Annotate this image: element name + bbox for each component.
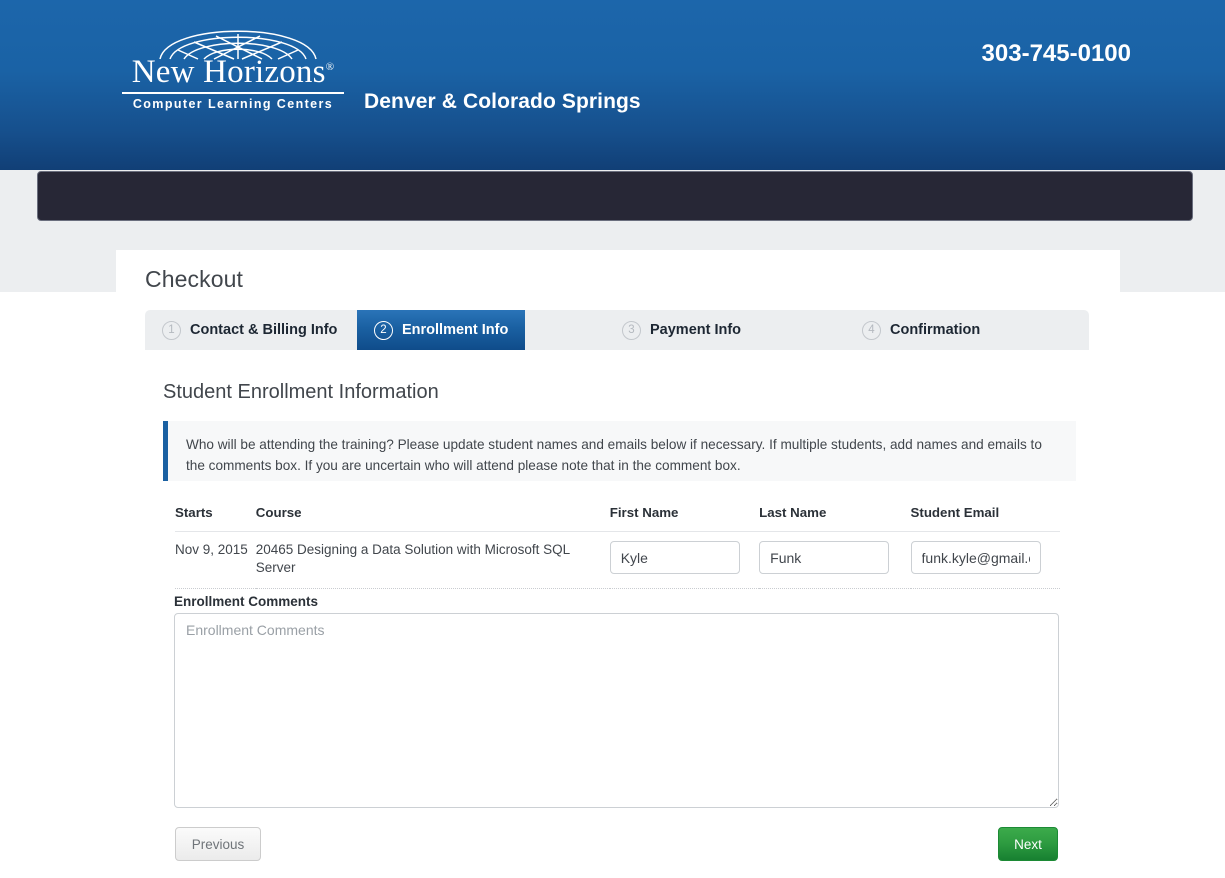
- tab-step-number: 2: [374, 321, 393, 340]
- column-header-course: Course: [256, 505, 610, 532]
- cell-course-name: 20465 Designing a Data Solution with Mic…: [256, 532, 610, 589]
- tab-confirmation[interactable]: 4 Confirmation: [845, 310, 997, 350]
- logo-name: New Horizons: [132, 54, 326, 90]
- tab-label: Enrollment Info: [402, 322, 508, 338]
- tab-label: Confirmation: [890, 322, 980, 338]
- header-tagline: Denver & Colorado Springs: [364, 90, 641, 114]
- logo-wordmark: New Horizons®: [118, 56, 348, 89]
- logo-divider: [122, 92, 344, 94]
- header-phone-number[interactable]: 303-745-0100: [982, 40, 1131, 68]
- cell-student-email: [911, 532, 1060, 589]
- table-row: Nov 9, 2015 20465 Designing a Data Solut…: [175, 532, 1060, 589]
- previous-button[interactable]: Previous: [175, 827, 261, 861]
- section-title: Student Enrollment Information: [163, 381, 439, 404]
- enrollment-table: Starts Course First Name Last Name Stude…: [175, 505, 1060, 589]
- main-navbar[interactable]: [37, 171, 1193, 221]
- tab-enrollment-info[interactable]: 2 Enrollment Info: [357, 310, 525, 350]
- tab-step-number: 3: [622, 321, 641, 340]
- first-name-input[interactable]: [610, 541, 740, 574]
- enrollment-comments-label: Enrollment Comments: [174, 594, 318, 609]
- column-header-first-name: First Name: [610, 505, 759, 532]
- checkout-step-tabs: 1 Contact & Billing Info 2 Enrollment In…: [145, 310, 1089, 350]
- tab-label: Contact & Billing Info: [190, 322, 337, 338]
- student-email-input[interactable]: [911, 541, 1041, 574]
- cell-last-name: [759, 532, 910, 589]
- logo-subtitle: Computer Learning Centers: [118, 97, 348, 111]
- column-header-starts: Starts: [175, 505, 256, 532]
- page-title: Checkout: [145, 266, 243, 293]
- enrollment-info-callout: Who will be attending the training? Plea…: [163, 421, 1076, 481]
- site-logo[interactable]: New Horizons® Computer Learning Centers: [118, 14, 348, 124]
- column-header-student-email: Student Email: [911, 505, 1060, 532]
- tab-payment-info[interactable]: 3 Payment Info: [605, 310, 758, 350]
- tab-step-number: 1: [162, 321, 181, 340]
- column-header-last-name: Last Name: [759, 505, 910, 532]
- cell-first-name: [610, 532, 759, 589]
- callout-text: Who will be attending the training? Plea…: [186, 434, 1058, 476]
- table-header-row: Starts Course First Name Last Name Stude…: [175, 505, 1060, 532]
- cell-start-date: Nov 9, 2015: [175, 532, 256, 589]
- enrollment-comments-textarea[interactable]: [174, 613, 1059, 808]
- next-button[interactable]: Next: [998, 827, 1058, 861]
- content-card-header: [116, 250, 1120, 292]
- logo-registered-mark: ®: [326, 61, 335, 73]
- site-header: New Horizons® Computer Learning Centers …: [0, 0, 1225, 170]
- tab-step-number: 4: [862, 321, 881, 340]
- tab-label: Payment Info: [650, 322, 741, 338]
- tab-contact-billing-info[interactable]: 1 Contact & Billing Info: [145, 310, 354, 350]
- last-name-input[interactable]: [759, 541, 889, 574]
